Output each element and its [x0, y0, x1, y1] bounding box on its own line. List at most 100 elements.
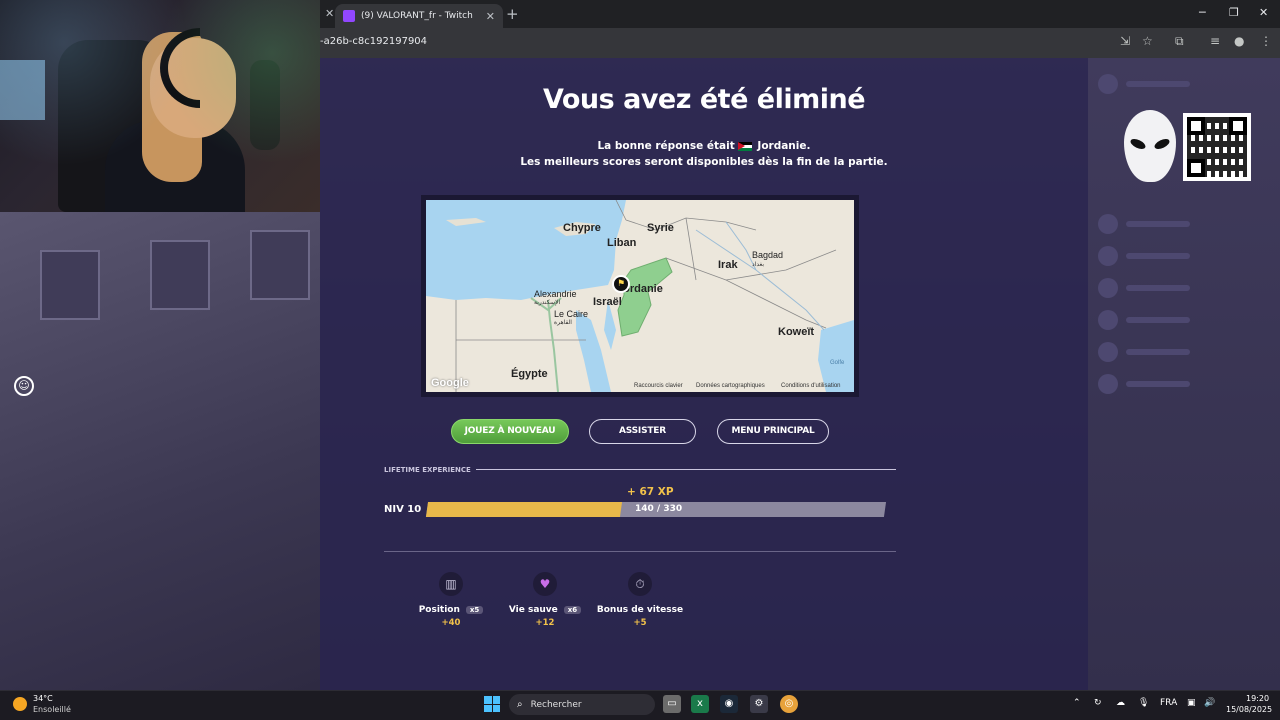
chevron-up-icon[interactable]: ⌃	[1073, 698, 1081, 708]
result-map[interactable]: Chypre Liban Syrie Irak Bagdad بغداد Ale…	[426, 200, 854, 392]
bonus-value: +5	[633, 618, 647, 628]
alien-logo	[1124, 110, 1176, 182]
steam-icon[interactable]: ◉	[720, 695, 738, 713]
bonus-multiplier: x6	[563, 606, 582, 614]
spectate-button[interactable]: ASSISTER	[589, 419, 696, 444]
map-label-bagdad: Bagdad	[752, 250, 784, 260]
qr-code	[1183, 113, 1251, 181]
map-label-syrie: Syrie	[647, 222, 674, 234]
taskbar-search[interactable]: ⌕ Rechercher	[509, 694, 655, 715]
windows-start-icon[interactable]	[484, 696, 500, 712]
close-icon[interactable]: ✕	[486, 10, 495, 23]
map-keyboard-shortcuts-link[interactable]: Raccourcis clavier	[634, 383, 683, 389]
main-menu-button[interactable]: MENU PRINCIPAL	[717, 419, 829, 444]
search-icon: ⌕	[517, 699, 523, 710]
chrome-icon[interactable]: ◎	[780, 695, 798, 713]
xp-gain: + 67 XP	[627, 486, 674, 498]
answer-country: Jordanie	[757, 140, 807, 152]
answer-suffix: .	[806, 140, 811, 152]
map-label-le-caire: Le Caire	[554, 309, 589, 319]
language-indicator[interactable]: FRA	[1160, 698, 1177, 708]
bookmark-star-icon[interactable]: ☆	[1142, 34, 1153, 48]
answer-line: La bonne réponse était Jordanie.	[320, 140, 1088, 152]
clock-date[interactable]: 15/08/2025	[1226, 705, 1272, 714]
bonus-label: Vie sauve	[508, 605, 558, 615]
map-shapes	[426, 200, 854, 392]
extensions-icon[interactable]: ⧉	[1175, 34, 1184, 49]
map-terms-link[interactable]: Conditions d'utilisation	[781, 383, 841, 389]
bonus-speed: ⏱ Bonus de vitesse +5	[595, 572, 685, 628]
sync-icon[interactable]: ↻	[1094, 698, 1102, 708]
bonus-label: Bonus de vitesse	[596, 605, 684, 615]
emoji-icon[interactable]: ☺	[14, 376, 34, 396]
weather-temperature[interactable]: 34°C	[33, 694, 53, 703]
trophy-icon: ▥	[439, 572, 463, 596]
browser-tab[interactable]: (9) VALORANT_fr - Twitch ✕	[335, 4, 503, 28]
map-label-irak: Irak	[718, 259, 738, 271]
webcam-feed	[0, 0, 320, 212]
play-again-button[interactable]: JOUEZ À NOUVEAU	[451, 419, 569, 444]
speed-icon: ⏱	[628, 572, 652, 596]
sun-icon[interactable]	[13, 697, 27, 711]
side-list-item	[1098, 74, 1190, 94]
bonus-life: ♥ Vie sauve x6 +12	[500, 572, 590, 628]
google-logo: Google	[431, 377, 469, 389]
scores-notice: Les meilleurs scores seront disponibles …	[520, 156, 888, 168]
cloud-icon[interactable]: ☁	[1116, 698, 1125, 708]
side-list-item	[1098, 342, 1190, 362]
settings-gear-icon[interactable]: ⚙	[750, 695, 768, 713]
new-tab-button[interactable]: +	[506, 5, 519, 23]
map-label-bagdad-ar: بغداد	[752, 262, 765, 268]
page-title: Vous avez été éliminé	[542, 84, 866, 115]
close-window-icon[interactable]: ✕	[1259, 6, 1268, 19]
minimize-icon[interactable]: ─	[1199, 6, 1206, 19]
volume-icon[interactable]: 🔊	[1204, 698, 1215, 708]
install-app-icon[interactable]: ⇲	[1120, 34, 1130, 48]
menu-kebab-icon[interactable]: ⋮	[1260, 34, 1272, 48]
flag-marker-icon: ⚑	[612, 275, 630, 293]
bonus-label: Position	[418, 605, 460, 615]
divider	[384, 551, 896, 552]
map-label-le-caire-ar: القاهرة	[554, 320, 572, 326]
twitch-icon	[343, 10, 355, 22]
map-data-link[interactable]: Données cartographiques	[696, 383, 765, 389]
excel-icon[interactable]: x	[691, 695, 709, 713]
side-list-item	[1098, 246, 1190, 266]
address-bar[interactable]	[320, 28, 1280, 58]
background-building-left	[0, 210, 320, 690]
jordan-flag-icon	[738, 141, 753, 151]
side-list-item	[1098, 278, 1190, 298]
search-placeholder: Rechercher	[530, 699, 582, 710]
map-label-koweit: Koweït	[778, 326, 815, 338]
side-list-item	[1098, 374, 1190, 394]
xp-section-label: LIFETIME EXPERIENCE	[384, 466, 471, 474]
map-label-alexandrie: Alexandrie	[534, 289, 577, 299]
clock-time[interactable]: 19:20	[1246, 694, 1269, 703]
url-text[interactable]: -a26b-c8c192197904	[320, 36, 427, 47]
map-label-egypte: Égypte	[511, 368, 548, 380]
side-list-item	[1098, 214, 1190, 234]
map-label-alexandrie-ar: الإسكندرية	[534, 300, 561, 306]
divider	[476, 469, 896, 470]
bonus-multiplier: x5	[465, 606, 484, 614]
map-label-israel: Israël	[593, 296, 622, 308]
answer-prefix: La bonne réponse était	[597, 140, 735, 152]
bonus-position: ▥ Position x5 +40	[406, 572, 496, 628]
side-list-item	[1098, 310, 1190, 330]
map-label-golfe: Golfe	[830, 360, 845, 366]
profile-avatar[interactable]: ●	[1234, 34, 1244, 48]
restore-icon[interactable]: ❐	[1229, 6, 1239, 19]
map-label-liban: Liban	[607, 237, 637, 249]
close-icon[interactable]: ✕	[325, 7, 334, 20]
task-view-icon[interactable]: ▭	[663, 695, 681, 713]
xp-progress-fill	[425, 502, 623, 517]
microphone-icon[interactable]: 🎙	[1138, 698, 1149, 708]
weather-description[interactable]: Ensoleillé	[33, 705, 71, 714]
bonus-value: +40	[441, 618, 461, 628]
heart-icon: ♥	[533, 572, 557, 596]
bonus-value: +12	[535, 618, 555, 628]
reading-list-icon[interactable]: ≡	[1210, 34, 1220, 48]
network-icon[interactable]: ▣	[1187, 698, 1196, 708]
xp-progress-text: 140 / 330	[635, 504, 683, 514]
result-map-frame: Chypre Liban Syrie Irak Bagdad بغداد Ale…	[421, 195, 859, 397]
